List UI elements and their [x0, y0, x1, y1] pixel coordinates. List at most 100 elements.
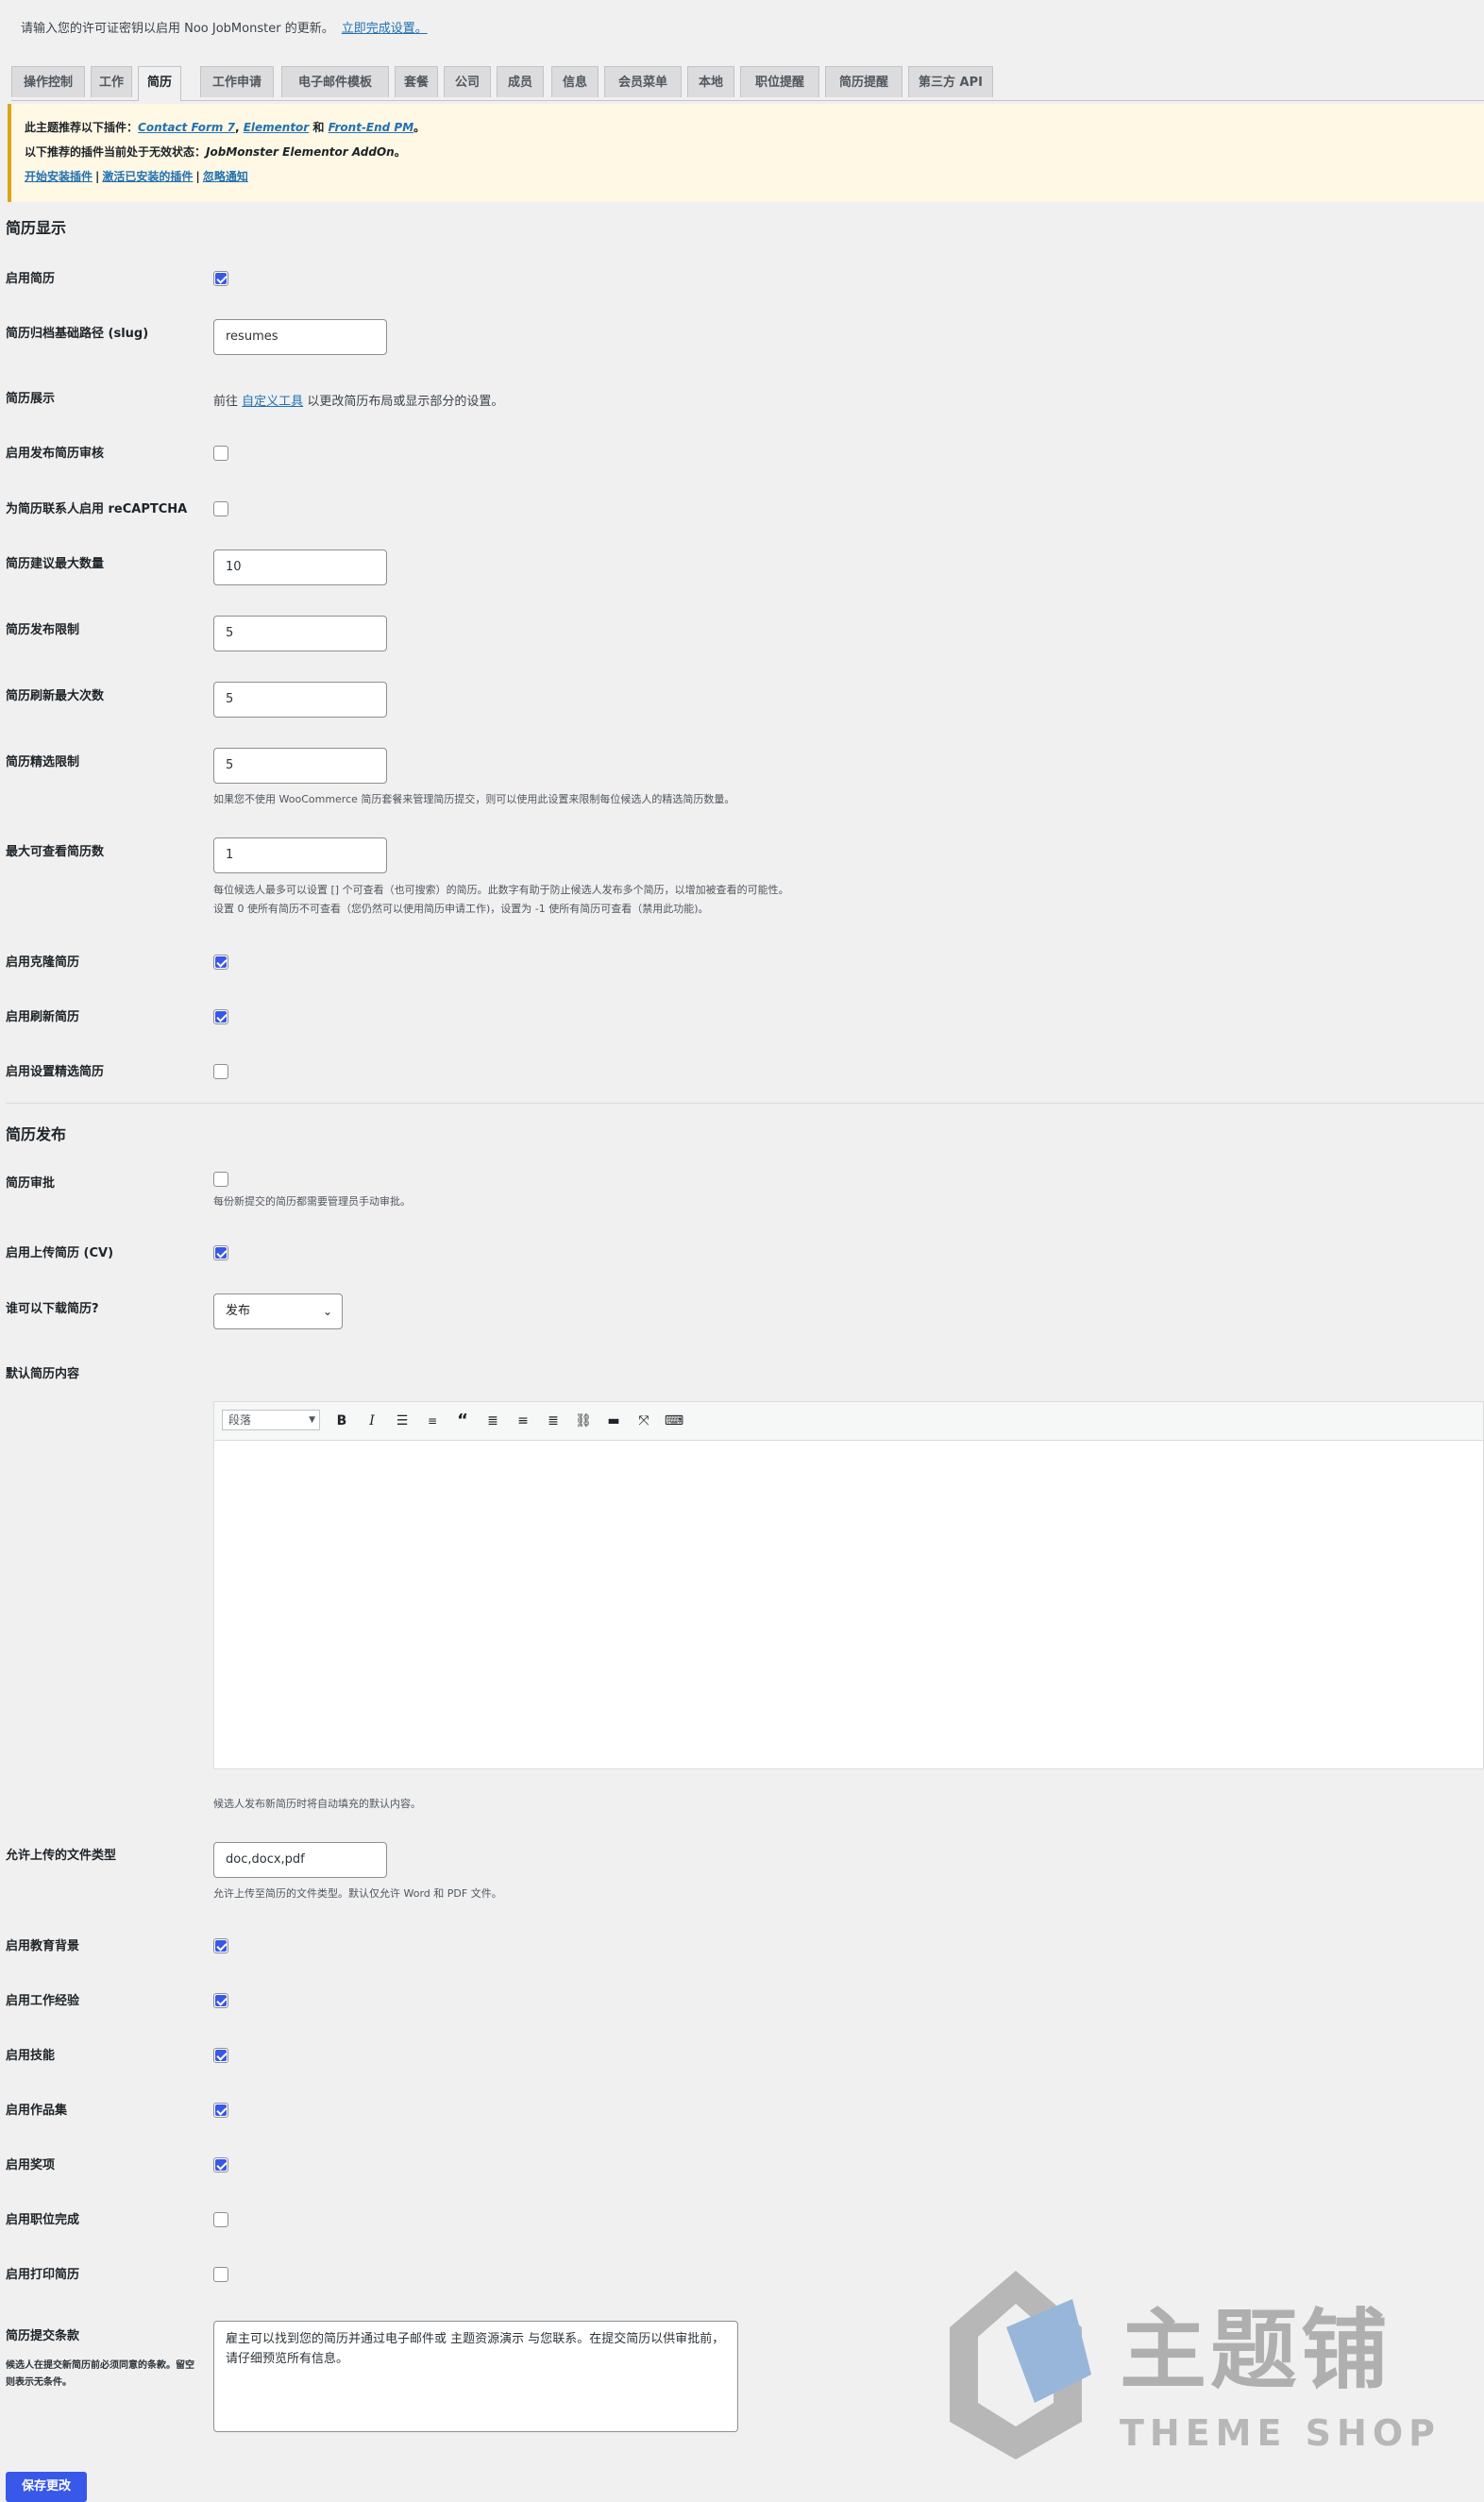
label-who-download: 谁可以下载简历?	[6, 1302, 99, 1316]
label-max-suggest: 简历建议最大数量	[6, 557, 105, 571]
max-viewable-desc-2: 设置 0 使所有简历不可查看（您仍然可以使用简历申请工作)，设置为 -1 使所有…	[213, 903, 709, 915]
numbered-list-icon[interactable]: ≡	[422, 1411, 443, 1431]
tab-job-alerts[interactable]: 职位提醒	[740, 66, 819, 97]
tab-member-menu[interactable]: 会员菜单	[604, 66, 682, 97]
checkbox-recaptcha[interactable]	[213, 501, 228, 516]
checkbox-upload-cv[interactable]	[213, 1245, 228, 1260]
align-left-icon[interactable]: ≣	[482, 1411, 503, 1431]
align-center-icon[interactable]: ≡	[513, 1411, 533, 1431]
license-notice: 请输入您的许可证密钥以启用 Noo JobMonster 的更新。 立即完成设置。	[21, 18, 428, 36]
editor-toolbar: 段落 ▼ B I ☰ ≡ “ ≣ ≡ ≣ ⛓ ▬ ⤧ ⌨	[214, 1402, 1483, 1441]
checkbox-education[interactable]	[213, 1938, 228, 1953]
max-viewable-desc-1: 每位候选人最多可以设置 [] 个可查看（也可搜索）的简历。此数字有助于防止候选人…	[213, 884, 789, 896]
inactive-plugin-name: JobMonster Elementor AddOn	[206, 145, 395, 159]
featured-limit-desc: 如果您不使用 WooCommerce 简历套餐来管理简历提交，则可以使用此设置来…	[213, 793, 735, 805]
terms-textarea[interactable]: 雇主可以找到您的简历并通过电子邮件或 主题资源演示 与您联系。在提交简历以供审批…	[213, 2321, 738, 2432]
featured-limit-input[interactable]: 5	[213, 748, 387, 784]
file-types-desc: 允许上传至简历的文件类型。默认仅允许 Word 和 PDF 文件。	[213, 1887, 502, 1900]
chevron-down-icon: ⌄	[322, 1305, 332, 1318]
tab-resume[interactable]: 简历	[138, 66, 181, 101]
label-awards: 启用奖项	[6, 2158, 56, 2172]
checkbox-review[interactable]	[213, 446, 228, 461]
label-refresh-max: 简历刷新最大次数	[6, 689, 105, 703]
label-job-complete: 启用职位完成	[6, 2213, 80, 2227]
dismiss-notice-link[interactable]: 忽略通知	[203, 170, 248, 183]
who-download-value: 发布	[226, 1304, 251, 1318]
tab-packages[interactable]: 套餐	[395, 66, 438, 97]
plugin-link-cf7[interactable]: Contact Form 7	[138, 121, 235, 134]
label-featured-limit: 简历精选限制	[6, 755, 80, 769]
italic-icon[interactable]: I	[362, 1411, 382, 1431]
label-refresh: 启用刷新简历	[6, 1010, 80, 1024]
label-file-types: 允许上传的文件类型	[6, 1849, 117, 1863]
checkbox-experience[interactable]	[213, 1993, 228, 2008]
theme-shop-watermark: 主题铺 THEME SHOP	[940, 2261, 1469, 2469]
tab-applications[interactable]: 工作申请	[200, 66, 274, 97]
checkbox-set-featured[interactable]	[213, 1064, 228, 1079]
max-viewable-input[interactable]: 1	[213, 837, 387, 873]
tab-control[interactable]: 操作控制	[11, 66, 85, 97]
checkbox-enable-resume[interactable]	[213, 271, 228, 286]
notice-actions: 开始安装插件 | 激活已安装的插件 | 忽略通知	[25, 170, 248, 183]
tab-resume-alerts[interactable]: 简历提醒	[825, 66, 902, 97]
checkbox-skills[interactable]	[213, 2048, 228, 2063]
showcase-text: 前往 自定义工具 以更改简历布局或显示部分的设置。	[213, 395, 504, 409]
align-right-icon[interactable]: ≣	[543, 1411, 564, 1431]
checkbox-print[interactable]	[213, 2267, 228, 2282]
blockquote-icon[interactable]: “	[452, 1411, 473, 1431]
caret-down-icon: ▼	[309, 1415, 315, 1425]
plugin-link-elementor[interactable]: Elementor	[244, 121, 310, 134]
read-more-icon[interactable]: ▬	[603, 1411, 624, 1431]
link-icon[interactable]: ⛓	[573, 1411, 594, 1431]
label-post-limit: 简历发布限制	[6, 623, 80, 637]
save-button[interactable]: 保存更改	[6, 2472, 87, 2502]
bullet-list-icon[interactable]: ☰	[392, 1411, 413, 1431]
checkbox-refresh[interactable]	[213, 1009, 228, 1024]
post-limit-input[interactable]: 5	[213, 616, 387, 651]
default-content-desc: 候选人发布新简历时将自动填充的默认内容。	[213, 1798, 421, 1810]
label-max-viewable: 最大可查看简历数	[6, 845, 105, 859]
plugin-link-fepm[interactable]: Front-End PM	[329, 121, 414, 134]
checkbox-approval[interactable]	[213, 1172, 228, 1187]
fullscreen-icon[interactable]: ⤧	[633, 1411, 654, 1431]
label-recaptcha: 为简历联系人启用 reCAPTCHA	[6, 502, 188, 516]
label-enable-resume: 启用简历	[6, 272, 56, 286]
label-print: 启用打印简历	[6, 2268, 80, 2282]
tab-messages[interactable]: 信息	[551, 66, 599, 97]
who-download-select[interactable]: 发布 ⌄	[213, 1293, 343, 1329]
tab-email-templates[interactable]: 电子邮件模板	[281, 66, 389, 97]
max-suggest-input[interactable]: 10	[213, 549, 387, 585]
bold-icon[interactable]: B	[331, 1411, 352, 1431]
tab-members[interactable]: 成员	[497, 66, 544, 97]
begin-install-link[interactable]: 开始安装插件	[25, 170, 93, 183]
tab-jobs[interactable]: 工作	[91, 66, 132, 97]
approval-desc: 每份新提交的简历都需要管理员手动审批。	[213, 1195, 411, 1208]
label-default-content: 默认简历内容	[6, 1367, 80, 1381]
format-select[interactable]: 段落 ▼	[222, 1410, 320, 1430]
license-text: 请输入您的许可证密钥以启用 Noo JobMonster 的更新。	[21, 22, 334, 36]
tab-companies[interactable]: 公司	[444, 66, 491, 97]
slug-input[interactable]: resumes	[213, 319, 387, 355]
notice-line-recommended: 此主题推荐以下插件：Contact Form 7, Elementor 和 Fr…	[25, 121, 426, 134]
section-divider	[6, 1103, 1484, 1104]
license-setup-link[interactable]: 立即完成设置。	[342, 22, 428, 36]
plugin-notice: 此主题推荐以下插件：Contact Form 7, Elementor 和 Fr…	[8, 104, 1484, 202]
file-types-input[interactable]: doc,docx,pdf	[213, 1842, 387, 1878]
checkbox-job-complete[interactable]	[213, 2212, 228, 2227]
refresh-max-input[interactable]: 5	[213, 682, 387, 718]
tab-third-party-api[interactable]: 第三方 API	[908, 66, 993, 97]
notice-line-inactive: 以下推荐的插件当前处于无效状态：JobMonster Elementor Add…	[25, 145, 406, 159]
checkbox-portfolio[interactable]	[213, 2103, 228, 2118]
tab-local[interactable]: 本地	[687, 66, 734, 97]
resume-content-editor[interactable]: 段落 ▼ B I ☰ ≡ “ ≣ ≡ ≣ ⛓ ▬ ⤧ ⌨	[213, 1401, 1484, 1769]
checkbox-clone[interactable]	[213, 955, 228, 970]
label-experience: 启用工作经验	[6, 1994, 80, 2008]
settings-tabs: 操作控制 工作 简历 工作申请 电子邮件模板 套餐 公司 成员 信息 会员菜单 …	[11, 66, 1484, 101]
customizer-link[interactable]: 自定义工具	[242, 395, 303, 409]
activate-plugins-link[interactable]: 激活已安装的插件	[102, 170, 193, 183]
label-education: 启用教育背景	[6, 1939, 80, 1953]
label-clone: 启用克隆简历	[6, 955, 80, 970]
keyboard-icon[interactable]: ⌨	[664, 1411, 684, 1431]
label-skills: 启用技能	[6, 2049, 56, 2063]
checkbox-awards[interactable]	[213, 2157, 228, 2172]
